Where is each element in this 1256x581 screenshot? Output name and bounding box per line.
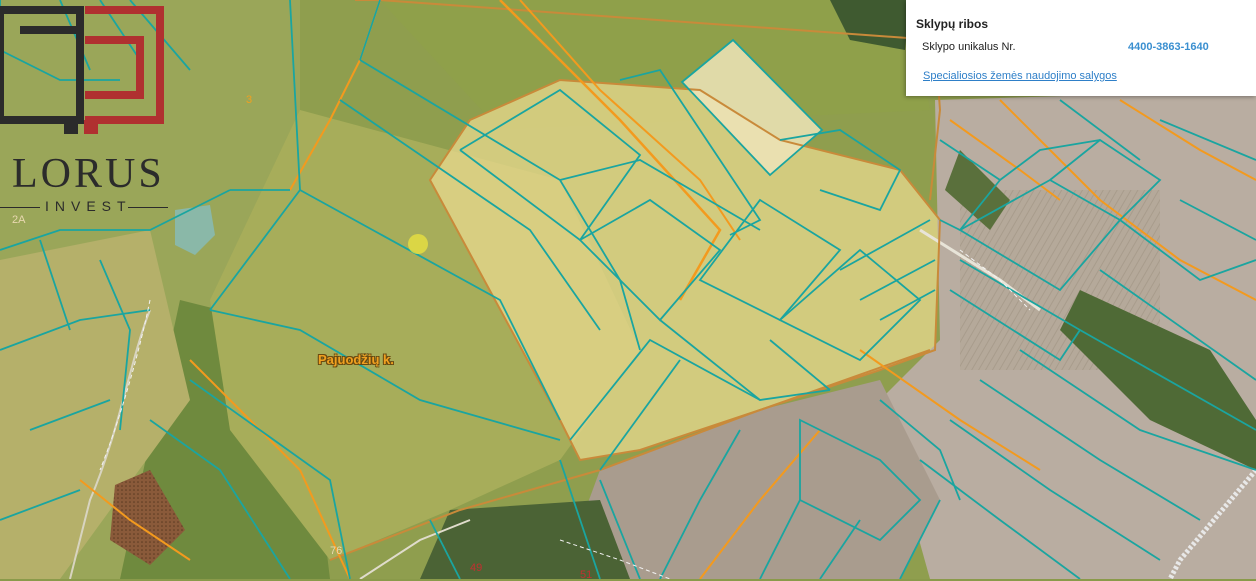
logo-name: LORUS bbox=[12, 151, 165, 197]
village-label: Pajuodžių k. bbox=[318, 352, 394, 367]
logo-divider-left bbox=[0, 207, 40, 208]
selected-location-marker[interactable] bbox=[408, 234, 428, 254]
panel-title: Sklypų ribos bbox=[916, 17, 989, 31]
parcel-number-2a: 2A bbox=[12, 214, 26, 226]
logo-divider-right bbox=[128, 207, 168, 208]
special-conditions-link[interactable]: Specialiosios žemės naudojimo salygos bbox=[923, 70, 1117, 82]
parcel-id-label: Sklypo unikalus Nr. bbox=[922, 41, 1016, 53]
parcel-number-3: 3 bbox=[246, 94, 253, 106]
parcel-id-value: 4400-3863-1640 bbox=[1128, 41, 1209, 53]
parcel-number-49: 49 bbox=[470, 562, 483, 574]
parcel-number-51: 51 bbox=[580, 569, 593, 581]
logo-subtitle: INVEST bbox=[45, 198, 132, 214]
parcel-info-panel: Sklypų ribos Sklypo unikalus Nr. 4400-38… bbox=[906, 0, 1256, 96]
parcel-number-76: 76 bbox=[330, 545, 343, 557]
terrain-forest-south bbox=[420, 500, 630, 579]
